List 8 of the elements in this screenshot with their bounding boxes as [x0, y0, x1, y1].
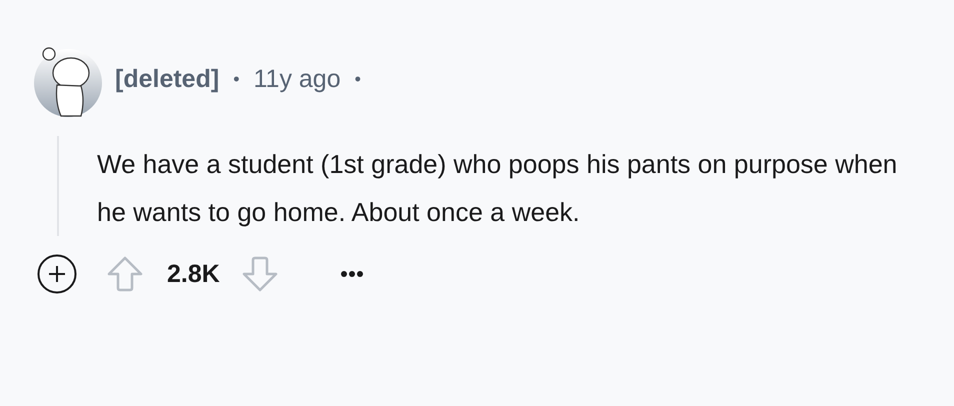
- comment-body: We have a student (1st grade) who poops his pants on purpose when he wants to go home. About once a week.: [97, 148, 898, 229]
- expand-icon[interactable]: [37, 254, 77, 294]
- separator-dot: •: [354, 68, 361, 90]
- vote-score: 2.8K: [167, 260, 220, 288]
- more-options-icon[interactable]: [340, 270, 364, 278]
- comment-age: 11y ago: [254, 64, 341, 94]
- separator-dot: •: [233, 68, 240, 90]
- author-name[interactable]: [deleted]: [115, 64, 220, 94]
